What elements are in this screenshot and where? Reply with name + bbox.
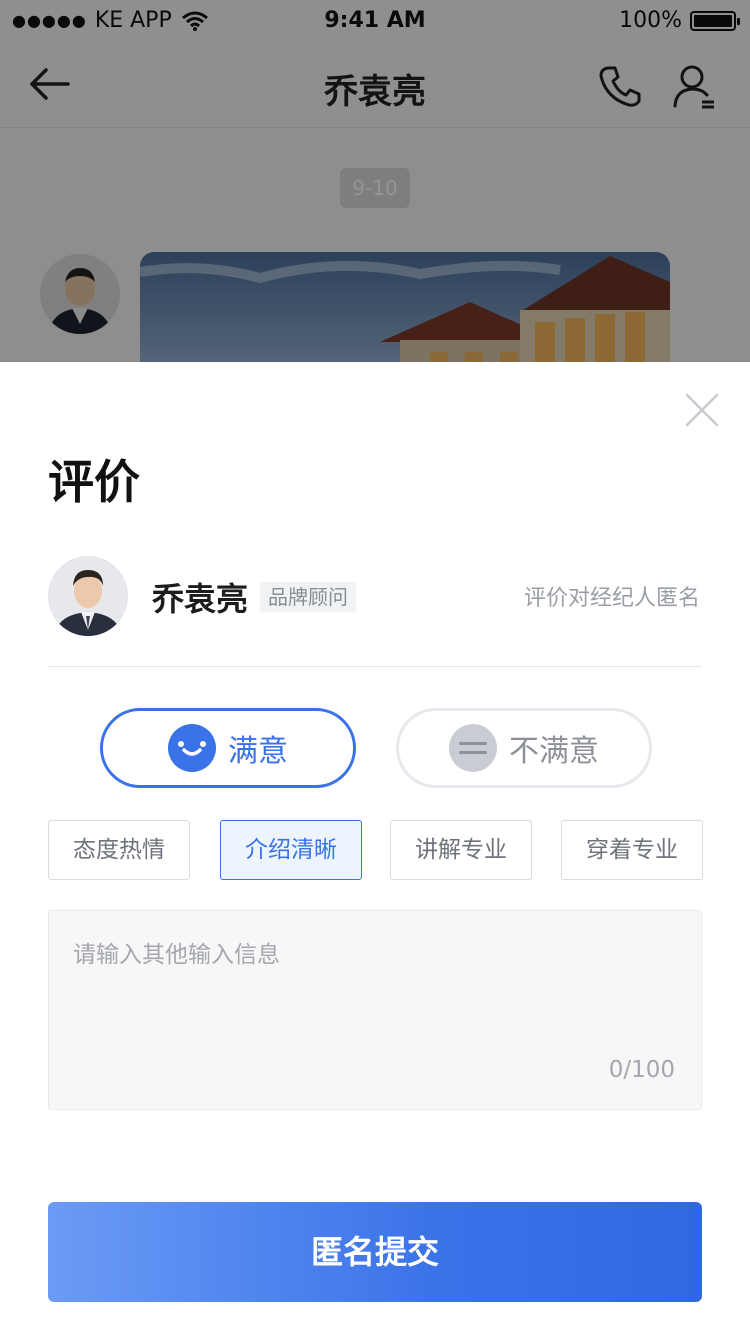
agent-role-badge: 品牌顾问 — [260, 582, 356, 612]
anonymous-note: 评价对经纪人匿名 — [523, 586, 700, 611]
agent-name: 乔袁亮 — [152, 580, 249, 618]
tag-attitude[interactable]: 态度热情 — [48, 820, 190, 880]
modal-overlay[interactable] — [0, 0, 750, 362]
comment-input[interactable] — [73, 935, 673, 1055]
neutral-face-icon — [449, 724, 497, 772]
close-icon[interactable] — [684, 392, 720, 428]
agent-avatar — [48, 556, 128, 636]
rating-sheet: 评价 乔袁亮 品牌顾问 评价对经纪人匿名 满意 不满意 态度热情 介绍清晰 讲解… — [0, 362, 750, 1334]
comment-box: 0/100 — [48, 910, 702, 1110]
unsatisfied-label: 不满意 — [509, 734, 599, 769]
submit-button[interactable]: 匿名提交 — [48, 1202, 702, 1302]
chat-screen-background: ●●●●● KE APP 9:41 AM 100% 乔袁亮 9-10 — [0, 0, 750, 362]
tag-clear-intro[interactable]: 介绍清晰 — [220, 820, 362, 880]
unsatisfied-button[interactable]: 不满意 — [396, 708, 652, 788]
divider — [48, 666, 702, 667]
satisfied-button[interactable]: 满意 — [100, 708, 356, 788]
smile-icon — [168, 724, 216, 772]
sheet-title: 评价 — [48, 455, 140, 509]
tag-professional-attire[interactable]: 穿着专业 — [561, 820, 703, 880]
char-counter: 0/100 — [608, 1057, 675, 1083]
agent-info: 乔袁亮 品牌顾问 评价对经纪人匿名 — [48, 556, 702, 636]
satisfied-label: 满意 — [228, 734, 288, 769]
tag-professional-explanation[interactable]: 讲解专业 — [390, 820, 532, 880]
